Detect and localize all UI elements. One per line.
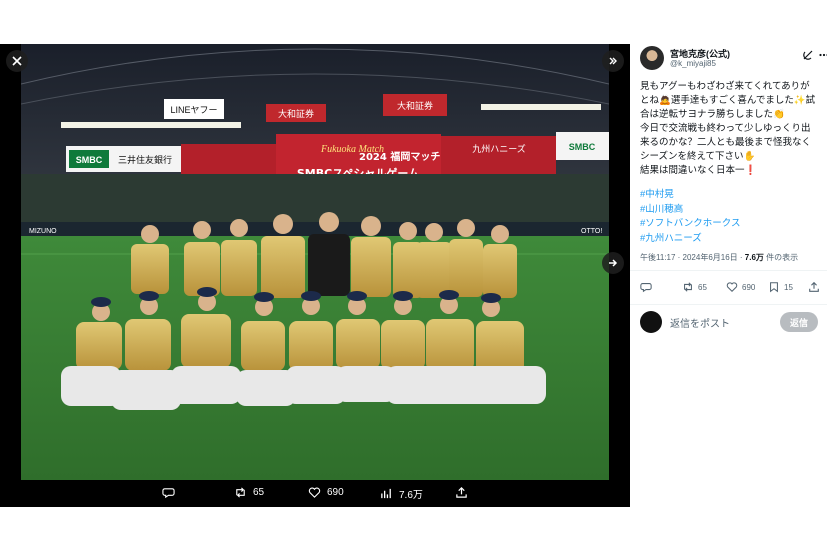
current-user-avatar [640, 311, 662, 333]
expand-icon [609, 57, 617, 65]
hashtag-list: #中村晃 #山川穂高 #ソフトバンクホークス #九州ハニーズ [640, 188, 740, 246]
like-icon [308, 487, 321, 498]
post-line: とね🙇選手達もすごく喜んでました✨試 [640, 95, 816, 106]
like-count: 690 [742, 282, 756, 292]
ad-bank: 三井住友銀行 [118, 154, 172, 166]
ad-smbc-left: SMBC [76, 155, 103, 165]
more-icon[interactable] [818, 49, 827, 61]
repost-icon [236, 487, 245, 498]
repost-count: 65 [698, 282, 707, 292]
repost-button[interactable]: 65 [682, 281, 707, 293]
viewer-reply-button[interactable] [162, 486, 175, 499]
viewer-repost-count: 65 [253, 487, 265, 498]
board-sub: 2024 福岡マッチ [359, 150, 440, 163]
share-icon [456, 487, 467, 498]
post-line: 合は逆転サヨナラ勝ちしました👏 [640, 109, 785, 120]
ad-line: LINEヤフー [170, 105, 217, 115]
close-button[interactable] [6, 50, 28, 72]
ad-otto: OTTO! [581, 228, 602, 235]
divider [630, 270, 827, 271]
viewer-action-bar: 65 690 7.6万 [0, 480, 630, 507]
viewer-like-count: 690 [327, 487, 344, 498]
post-action-bar: 65 690 15 [640, 281, 820, 297]
grok-icon[interactable] [802, 49, 814, 61]
ad-daiwa-2: 大和証券 [397, 100, 433, 112]
bookmark-count: 15 [784, 282, 793, 292]
views-label: 件の表示 [763, 253, 799, 262]
post-author: 宮地克彦(公式) @k_miyaji85 [640, 46, 827, 72]
hashtag-link[interactable]: #中村晃 [640, 188, 740, 203]
divider [630, 304, 827, 305]
media-modal: LINEヤフー 大和証券 大和証券 SMBC 三井住友銀行 Fukuoka Ma… [0, 44, 827, 507]
reply-input[interactable]: 返信をポスト [670, 315, 730, 330]
repost-icon [684, 282, 692, 292]
viewer-like-button[interactable]: 690 [308, 486, 344, 499]
viewer-repost-button[interactable]: 65 [234, 486, 264, 499]
reply-submit-button[interactable]: 返信 [780, 312, 818, 332]
like-icon [726, 282, 738, 293]
like-button[interactable]: 690 [726, 281, 755, 293]
post-line: 結果は間違いなく日本一❗️ [640, 165, 757, 176]
next-arrow-icon [609, 259, 618, 267]
post-photo: LINEヤフー 大和証券 大和証券 SMBC 三井住友銀行 Fukuoka Ma… [21, 44, 609, 480]
hashtag-link[interactable]: #山川穂高 [640, 203, 740, 218]
close-icon [12, 56, 22, 66]
views-count: 7.6万 [744, 253, 764, 262]
hashtag-link[interactable]: #九州ハニーズ [640, 232, 740, 247]
post-panel: 宮地克彦(公式) @k_miyaji85 見もアグーもわざわざ来てくれてありが … [630, 44, 827, 507]
bookmark-icon [770, 282, 778, 293]
media-viewer: LINEヤフー 大和証券 大和証券 SMBC 三井住友銀行 Fukuoka Ma… [0, 44, 630, 507]
post-text: 見もアグーもわざわざ来てくれてありが とね🙇選手達もすごく喜んでました✨試 合は… [640, 80, 820, 178]
reply-icon [162, 488, 175, 499]
post-meta: 午後11:17 · 2024年6月16日 · 7.6万 件の表示 [640, 252, 798, 263]
team-photo-illustration: LINEヤフー 大和証券 大和証券 SMBC 三井住友銀行 Fukuoka Ma… [21, 44, 609, 480]
post-line: 見もアグーもわざわざ来てくれてありが [640, 81, 810, 92]
post-line: 今日で交流戦も終わって少しゆっくり出 [640, 123, 811, 134]
viewer-share-button[interactable] [455, 486, 468, 499]
viewer-views-count: 7.6万 [399, 490, 423, 501]
author-handle[interactable]: @k_miyaji85 [670, 59, 716, 68]
viewer-views-button[interactable]: 7.6万 [380, 486, 423, 501]
avatar[interactable] [640, 46, 664, 70]
ad-honeys: 九州ハニーズ [472, 143, 526, 155]
post-line: 来るのかな？二人とも最後まで怪我なく [640, 137, 812, 148]
bookmark-button[interactable]: 15 [768, 281, 793, 293]
share-button[interactable] [808, 281, 820, 293]
reply-icon [640, 283, 652, 293]
post-line: シーズンを終えて下さい✋ [640, 151, 756, 162]
ad-mizuno: MIZUNO [29, 228, 57, 235]
ad-smbc-right: SMBC [569, 142, 596, 152]
reply-button[interactable] [640, 281, 652, 293]
hashtag-link[interactable]: #ソフトバンクホークス [640, 217, 740, 232]
ad-daiwa-1: 大和証券 [278, 108, 314, 120]
next-image-button[interactable] [602, 252, 624, 274]
post-timestamp[interactable]: 午後11:17 · 2024年6月16日 · [640, 253, 745, 262]
share-icon [809, 281, 819, 292]
views-icon [381, 488, 391, 499]
expand-button[interactable] [602, 50, 624, 72]
